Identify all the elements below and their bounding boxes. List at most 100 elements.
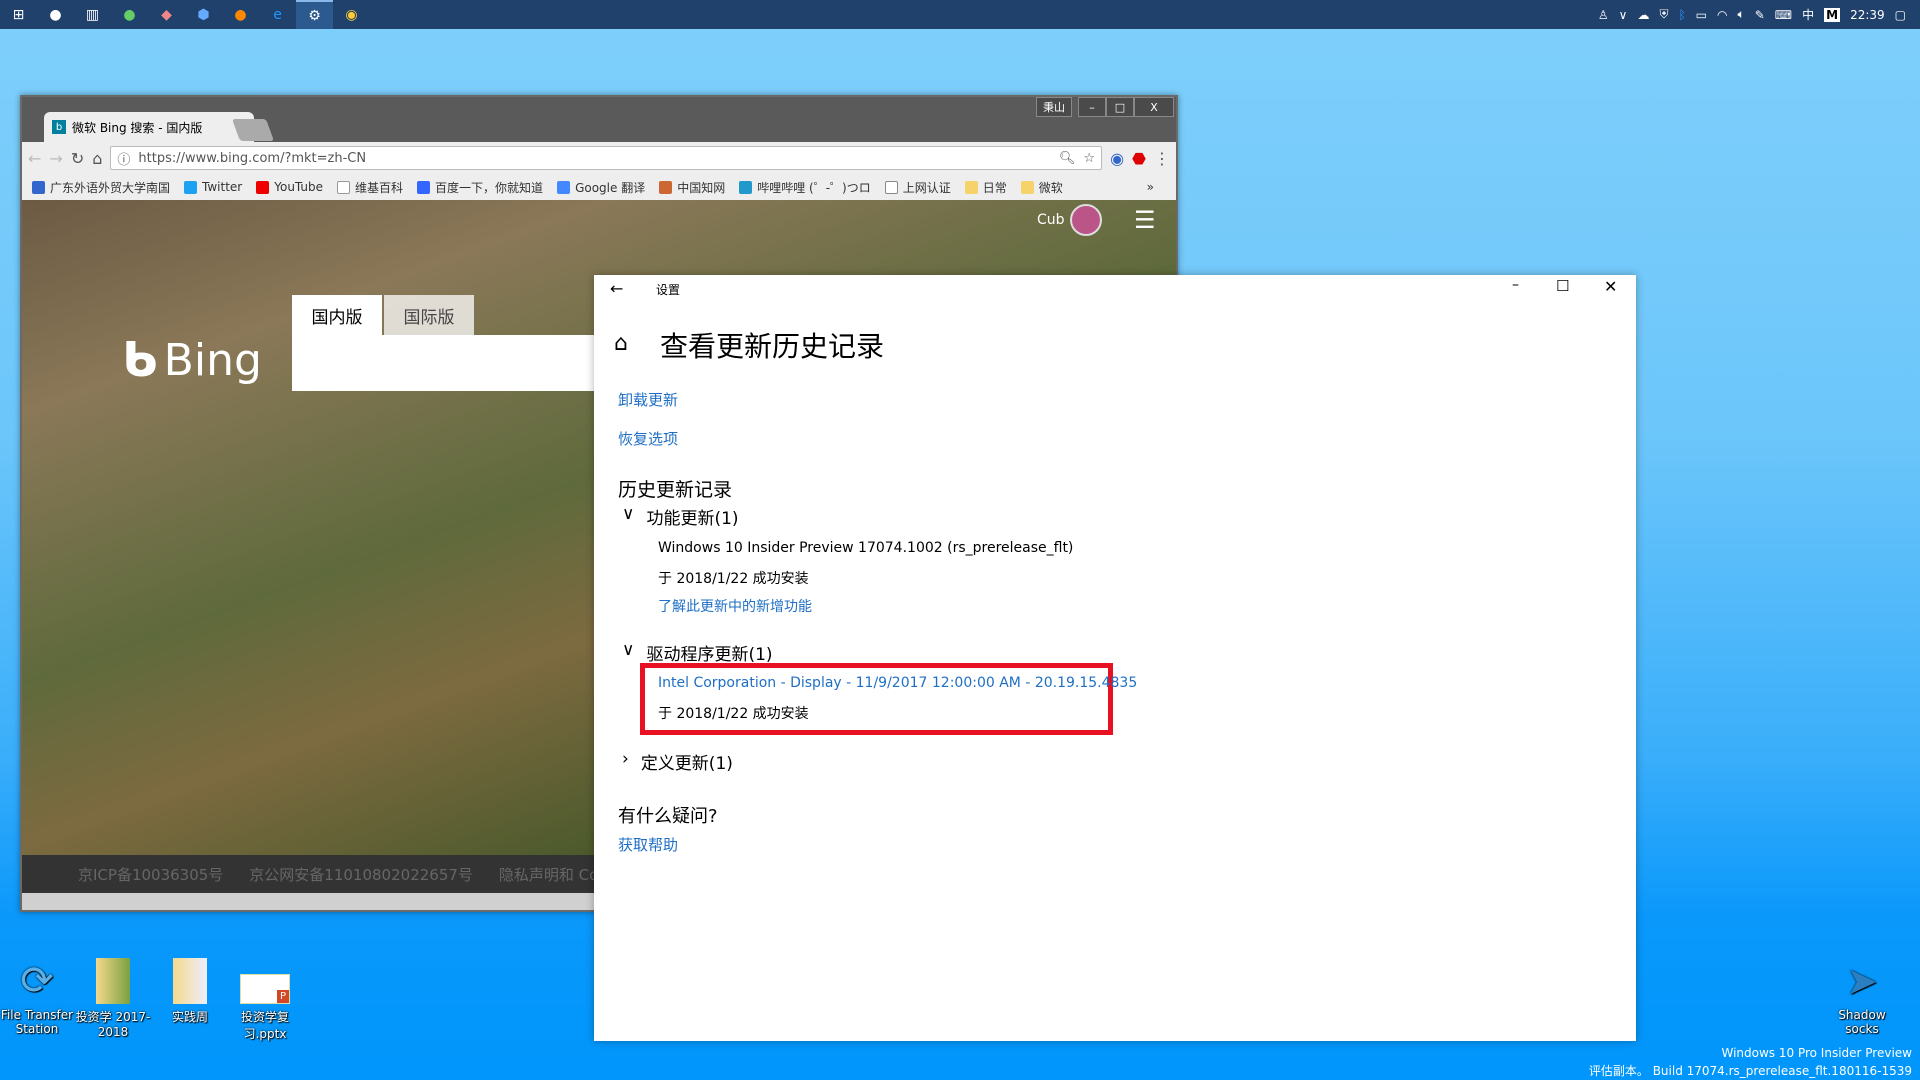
notification-icon[interactable]: ▢ <box>1895 8 1906 22</box>
feature-updates-toggle[interactable]: ∨ 功能更新(1) <box>622 504 739 529</box>
bing-user-name[interactable]: Cub <box>1037 212 1065 228</box>
question-heading: 有什么疑问? <box>618 806 718 827</box>
star-icon[interactable]: ☆ <box>1083 151 1095 166</box>
folder-icon <box>173 958 207 1004</box>
update-status: 于 2018/1/22 成功安装 <box>658 706 809 722</box>
sync-icon: ⟳ <box>20 958 54 1004</box>
bookmark[interactable]: 维基百科 <box>337 179 403 196</box>
browser-toolbar: ← → ↻ ⌂ ⓘ https://www.bing.com/?mkt=zh-C… <box>22 142 1176 174</box>
minimize-button[interactable]: – <box>1512 277 1519 293</box>
start-icon[interactable]: ⊞ <box>0 0 37 29</box>
bookmark[interactable]: YouTube <box>256 180 323 194</box>
desktop-icon-folder[interactable]: 投资学 2017-2018 <box>73 958 153 1039</box>
bing-favicon: b <box>52 120 66 134</box>
clock[interactable]: 22:39 <box>1850 8 1885 22</box>
system-tray: ♙ ∨ ☁ ⛨ ᛒ ▭ ◠ 🔈︎ ✎ ⌨ 中 M 22:39 ▢ <box>1598 0 1920 29</box>
bing-tab-international[interactable]: 国际版 <box>384 295 474 335</box>
update-status: 于 2018/1/22 成功安装 <box>658 571 809 587</box>
bluetooth-icon[interactable]: ᛒ <box>1678 8 1685 22</box>
recovery-options-link[interactable]: 恢复选项 <box>618 428 678 449</box>
chrome-icon[interactable]: ◉ <box>333 0 370 29</box>
maximize-button[interactable]: □ <box>1106 97 1134 117</box>
back-icon[interactable]: ← <box>610 279 623 298</box>
bookmark[interactable]: Twitter <box>184 180 242 194</box>
bookmark[interactable]: 广东外语外贸大学南国 <box>32 179 170 196</box>
folder-icon <box>96 958 130 1004</box>
history-heading: 历史更新记录 <box>618 479 733 501</box>
people-icon[interactable]: ♙ <box>1598 8 1609 22</box>
bookmarks-more[interactable]: » <box>1147 180 1154 194</box>
get-help-link[interactable]: 获取帮助 <box>618 834 678 855</box>
bing-tab-domestic[interactable]: 国内版 <box>292 295 382 335</box>
minimize-button[interactable]: – <box>1078 97 1106 117</box>
footer-link[interactable]: 京ICP备10036305号 <box>78 864 223 885</box>
home-icon[interactable]: ⌂ <box>614 331 628 356</box>
page-title: 查看更新历史记录 <box>660 330 885 363</box>
edge-icon[interactable]: e <box>259 0 296 29</box>
security-icon[interactable]: ⛨ <box>1659 7 1668 22</box>
taskbar: ⊞ ● ▥ ● ◆ ⬢ ● e ⚙ ◉ ♙ ∨ ☁ ⛨ ᛒ ▭ ◠ 🔈︎ ✎ ⌨… <box>0 0 1920 29</box>
firefox-icon[interactable]: ● <box>222 0 259 29</box>
battery-icon[interactable]: ▭ <box>1696 8 1707 22</box>
chevron-down-icon: ∨ <box>622 640 635 660</box>
bookmarks-bar: 广东外语外贸大学南国 Twitter YouTube 维基百科 百度一下，你就知… <box>22 174 1176 200</box>
bookmark-folder[interactable]: 日常 <box>964 179 1007 196</box>
home-icon[interactable]: ⌂ <box>92 149 102 168</box>
desktop-icon-file-transfer[interactable]: ⟳ File Transfer Station <box>0 958 77 1036</box>
pen-icon[interactable]: ✎ <box>1755 8 1765 22</box>
window-title: 设置 <box>656 283 681 297</box>
shield-app-icon[interactable]: ⬢ <box>185 0 222 29</box>
reload-icon[interactable]: ↻ <box>71 149 84 168</box>
settings-window: ← 设置 – ☐ ✕ ⌂ 查看更新历史记录 卸载更新 恢复选项 历史更新记录 ∨… <box>594 275 1636 1041</box>
bookmark[interactable]: 百度一下，你就知道 <box>417 179 543 196</box>
forward-icon[interactable]: → <box>49 149 62 168</box>
bookmark[interactable]: 哔哩哔哩 (゜-゜)つロ <box>739 179 871 196</box>
ime-mode[interactable]: M <box>1824 7 1841 22</box>
driver-update-name[interactable]: Intel Corporation - Display - 11/9/2017 … <box>658 675 1137 691</box>
keyboard-icon[interactable]: ⌨ <box>1775 8 1792 22</box>
tab-title: 微软 Bing 搜索 - 国内版 <box>72 120 203 135</box>
uninstall-updates-link[interactable]: 卸载更新 <box>618 389 678 410</box>
bookmark[interactable]: 上网认证 <box>884 179 951 196</box>
hamburger-menu-icon[interactable]: ☰ <box>1134 206 1156 234</box>
browser-tab[interactable]: b 微软 Bing 搜索 - 国内版 ✕ <box>44 112 254 142</box>
avatar[interactable] <box>1070 204 1102 236</box>
cortana-icon[interactable]: ● <box>37 0 74 29</box>
settings-icon[interactable]: ⚙ <box>296 0 333 29</box>
maximize-button[interactable]: ☐ <box>1556 277 1569 295</box>
address-bar[interactable]: ⓘ https://www.bing.com/?mkt=zh-CN 🔍︎ ☆ <box>110 146 1103 170</box>
adblock-icon[interactable]: ⬣ <box>1132 149 1146 168</box>
driver-updates-toggle[interactable]: ∨ 驱动程序更新(1) <box>622 640 773 665</box>
wechat-icon[interactable]: ● <box>111 0 148 29</box>
menu-icon[interactable]: ⋮ <box>1154 149 1170 168</box>
ime-indicator[interactable]: 中 <box>1802 6 1814 23</box>
definition-updates-toggle[interactable]: › 定义更新(1) <box>622 749 733 774</box>
windows-watermark: Windows 10 Pro Insider Preview 评估副本。 Bui… <box>1588 1046 1912 1078</box>
wifi-icon[interactable]: ◠ <box>1717 8 1727 22</box>
footer-link[interactable]: 京公网安备11010802022657号 <box>249 864 473 885</box>
paper-plane-icon: ➤ <box>1846 959 1878 1003</box>
close-button[interactable]: ✕ <box>1604 277 1617 296</box>
url-text[interactable]: https://www.bing.com/?mkt=zh-CN <box>138 151 1051 166</box>
onedrive-icon[interactable]: ☁ <box>1637 8 1649 22</box>
app-icon[interactable]: ◆ <box>148 0 185 29</box>
highlight-box <box>640 663 1113 735</box>
desktop-icon-pptx[interactable]: P 投资学复习.pptx <box>225 958 305 1042</box>
chevron-right-icon: › <box>622 749 629 769</box>
chevron-up-icon[interactable]: ∨ <box>1619 8 1628 22</box>
info-icon[interactable]: ⓘ <box>117 149 130 168</box>
back-icon[interactable]: ← <box>28 149 41 168</box>
bookmark[interactable]: Google 翻译 <box>557 179 645 196</box>
close-button[interactable]: X <box>1134 97 1174 117</box>
volume-icon[interactable]: 🔈︎ <box>1738 7 1745 22</box>
profile-button[interactable]: 秉山 <box>1036 97 1072 117</box>
zoom-icon[interactable]: 🔍︎ <box>1059 151 1076 166</box>
desktop-icon-folder[interactable]: 实践周 <box>150 958 230 1025</box>
bookmark[interactable]: 中国知网 <box>659 179 725 196</box>
learn-more-link[interactable]: 了解此更新中的新增功能 <box>658 596 812 616</box>
new-tab-button[interactable] <box>231 119 275 141</box>
bookmark-folder[interactable]: 微软 <box>1020 179 1063 196</box>
extension-icon[interactable]: ◉ <box>1110 149 1124 168</box>
desktop-icon-shadowsocks[interactable]: ➤ Shadow socks <box>1822 958 1902 1036</box>
task-view-icon[interactable]: ▥ <box>74 0 111 29</box>
